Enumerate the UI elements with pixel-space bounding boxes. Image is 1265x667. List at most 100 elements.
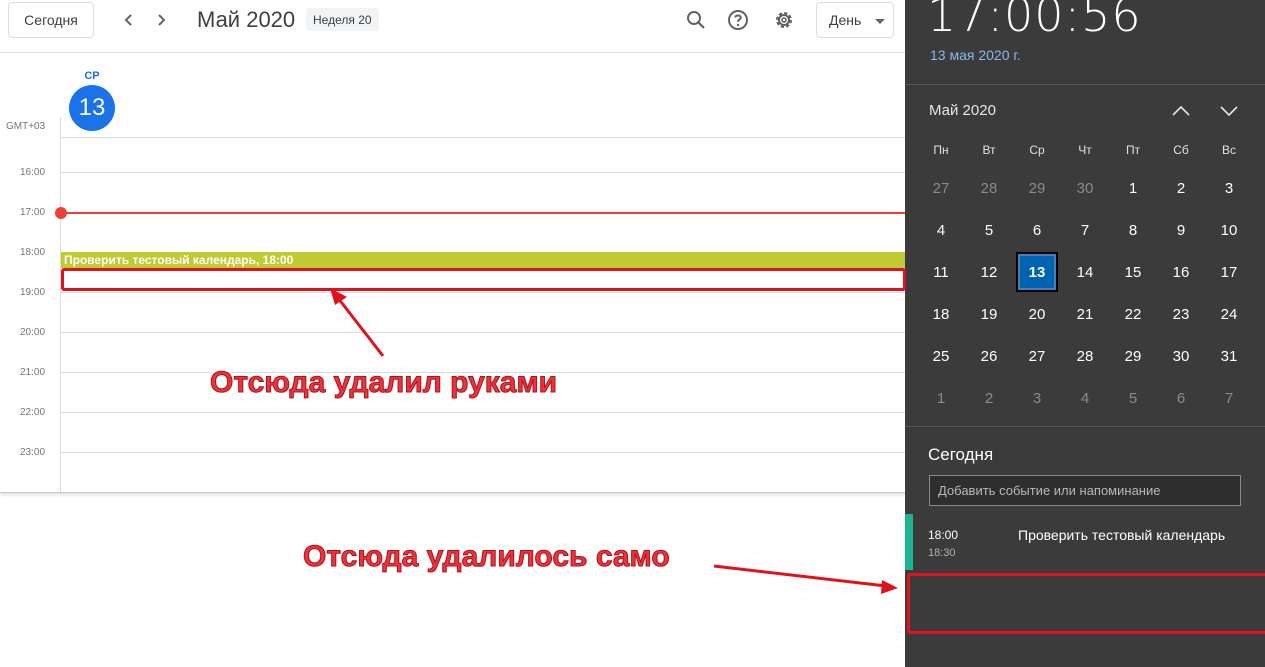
caret-down-icon	[875, 19, 885, 24]
agenda-event-start: 18:00	[928, 528, 959, 542]
calendar-day[interactable]: 26	[965, 335, 1013, 377]
calendar-day[interactable]: 11	[917, 251, 965, 293]
weekday-label: Сб	[1173, 143, 1189, 157]
help-button[interactable]	[724, 6, 752, 34]
highlight-box-manual	[61, 268, 906, 291]
calendar-day[interactable]: 27	[1013, 335, 1061, 377]
google-calendar-panel: Сегодня Май 2020 Неделя 20 День СР 13 GM…	[0, 0, 905, 493]
agenda-event-title[interactable]: Проверить тестовый календарь	[1018, 527, 1225, 543]
grid-line	[60, 137, 905, 138]
grid-line	[60, 292, 905, 293]
grid-line	[60, 172, 905, 173]
calendar-day[interactable]: 25	[917, 335, 965, 377]
weekday-label: Пт	[1125, 143, 1141, 157]
hour-label: 22:00	[20, 407, 46, 418]
next-day-button[interactable]	[147, 6, 175, 34]
calendar-day[interactable]: 1	[1109, 167, 1157, 209]
calendar-day[interactable]: 28	[965, 167, 1013, 209]
weekday-label: Вт	[982, 143, 996, 157]
weekday-label: Вс	[1221, 143, 1236, 157]
calendar-day[interactable]: 15	[1109, 251, 1157, 293]
calendar-day[interactable]: 28	[1061, 335, 1109, 377]
hour-label: 18:00	[20, 247, 46, 258]
grid-divider	[60, 117, 61, 492]
calendar-day[interactable]: 3	[1013, 377, 1061, 419]
calendar-day[interactable]: 6	[1157, 377, 1205, 419]
chevron-up-icon	[1172, 105, 1190, 116]
agenda-heading: Сегодня	[928, 445, 994, 464]
calendar-day[interactable]: 18	[917, 293, 965, 335]
calendar-day[interactable]: 29	[1013, 167, 1061, 209]
calendar-day[interactable]: 24	[1205, 293, 1253, 335]
calendar-day[interactable]: 7	[1205, 377, 1253, 419]
calendar-toolbar: Сегодня Май 2020 Неделя 20 День	[0, 0, 905, 53]
calendar-day[interactable]: 19	[965, 293, 1013, 335]
calendar-day[interactable]: 23	[1157, 293, 1205, 335]
chevron-right-icon	[158, 14, 166, 26]
calendar-day[interactable]: 30	[1061, 167, 1109, 209]
calendar-day[interactable]: 5	[965, 209, 1013, 251]
gear-icon	[776, 12, 792, 28]
calendar-day[interactable]: 5	[1109, 377, 1157, 419]
grid-line	[60, 412, 905, 413]
current-time-dot	[55, 207, 67, 219]
day-number-badge[interactable]: 13	[69, 85, 115, 131]
clock-time: 17:00:56	[927, 0, 1142, 42]
view-select-label: День	[829, 12, 862, 28]
calendar-day[interactable]: 6	[1013, 209, 1061, 251]
view-select[interactable]: День	[816, 2, 894, 38]
month-days-grid: 27 28 29 30 1 2 3 4 5 6 7 8 9 10 11 12 13 14 15 16 17 18 19 20 2…	[917, 167, 1253, 419]
today-button[interactable]: Сегодня	[8, 2, 94, 38]
agenda-event-accent	[905, 514, 913, 570]
calendar-day[interactable]: 12	[965, 251, 1013, 293]
search-button[interactable]	[682, 6, 710, 34]
settings-button[interactable]	[770, 6, 798, 34]
calendar-day[interactable]: 9	[1157, 209, 1205, 251]
timezone-label: GMT+03	[6, 121, 46, 132]
prev-month-button[interactable]	[1170, 100, 1192, 122]
grid-line	[60, 452, 905, 453]
calendar-day[interactable]: 4	[1061, 377, 1109, 419]
taskbar-clock-flyout: 17:00:56 13 мая 2020 г. Май 2020 Пн Вт С…	[905, 0, 1265, 667]
calendar-day-today[interactable]: 13	[1013, 251, 1061, 293]
arrowhead-auto	[881, 580, 898, 594]
calendar-day[interactable]: 20	[1013, 293, 1061, 335]
calendar-day[interactable]: 8	[1109, 209, 1157, 251]
calendar-day[interactable]: 10	[1205, 209, 1253, 251]
calendar-day[interactable]: 2	[965, 377, 1013, 419]
prev-day-button[interactable]	[115, 6, 143, 34]
add-event-input[interactable]: Добавить событие или напоминание	[929, 475, 1241, 506]
help-icon	[728, 10, 748, 30]
calendar-day[interactable]: 7	[1061, 209, 1109, 251]
month-title: Май 2020	[197, 7, 296, 32]
calendar-day[interactable]: 14	[1061, 251, 1109, 293]
calendar-day[interactable]: 1	[917, 377, 965, 419]
calendar-day[interactable]: 3	[1205, 167, 1253, 209]
agenda-event-end: 18:30	[928, 547, 956, 559]
calendar-day[interactable]: 29	[1109, 335, 1157, 377]
weekday-label: Ср	[1029, 143, 1045, 157]
next-month-button[interactable]	[1218, 100, 1240, 122]
calendar-day[interactable]: 2	[1157, 167, 1205, 209]
calendar-day[interactable]: 22	[1109, 293, 1157, 335]
calendar-day[interactable]: 21	[1061, 293, 1109, 335]
highlight-box-auto	[907, 573, 1265, 634]
weekday-label: Пн	[933, 143, 949, 157]
hour-label: 20:00	[20, 327, 46, 338]
weekday-header: Пн Вт Ср Чт Пт Сб Вс	[917, 143, 1253, 157]
calendar-day[interactable]: 30	[1157, 335, 1205, 377]
calendar-day[interactable]: 4	[917, 209, 965, 251]
calendar-day[interactable]: 16	[1157, 251, 1205, 293]
calendar-day[interactable]: 27	[917, 167, 965, 209]
hour-label: 17:00	[20, 207, 46, 218]
annotation-auto-delete: Отсюда удалилось само	[303, 540, 671, 574]
calendar-day[interactable]: 31	[1205, 335, 1253, 377]
week-number-badge: Неделя 20	[306, 8, 379, 31]
weekday-label: Чт	[1078, 143, 1092, 157]
hour-label: 16:00	[20, 167, 46, 178]
grid-line	[60, 332, 905, 333]
date-link[interactable]: 13 мая 2020 г.	[930, 47, 1021, 63]
calendar-event[interactable]: Проверить тестовый календарь, 18:00	[61, 252, 905, 268]
calendar-month-label[interactable]: Май 2020	[929, 102, 996, 119]
calendar-day[interactable]: 17	[1205, 251, 1253, 293]
